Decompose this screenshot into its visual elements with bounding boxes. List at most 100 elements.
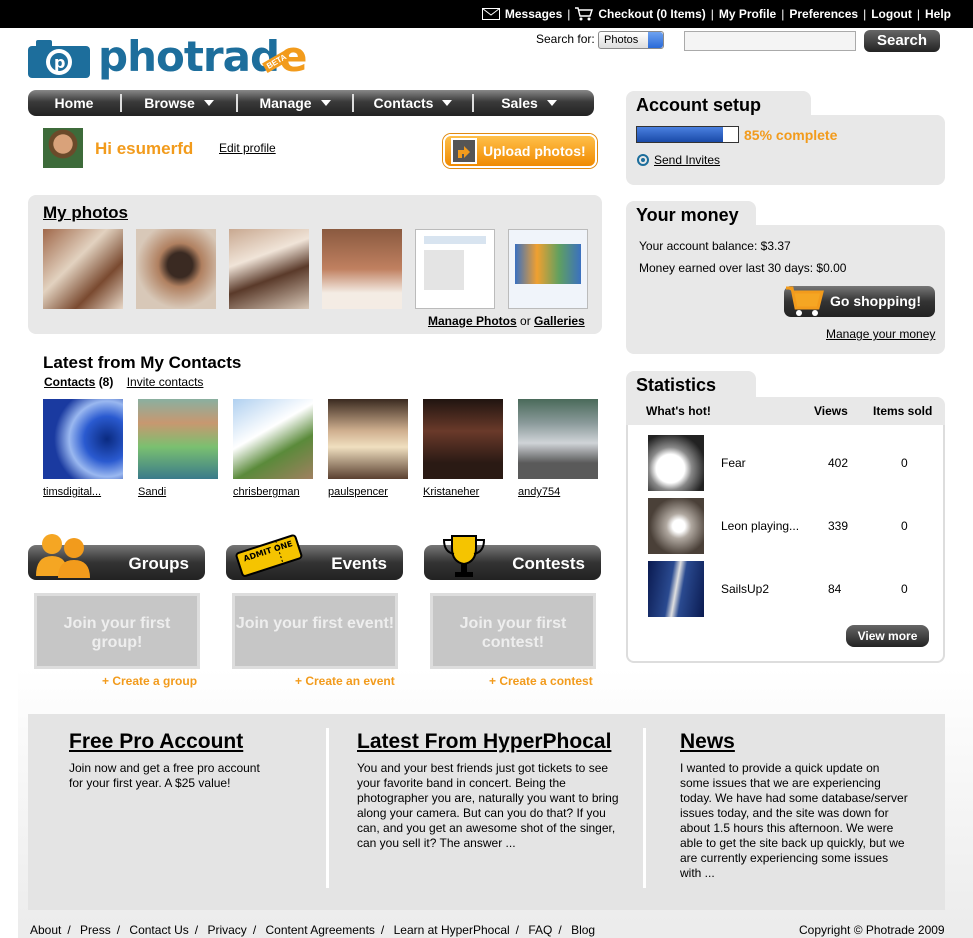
- upload-photos-button[interactable]: Upload photos!: [443, 134, 597, 168]
- nav-home[interactable]: Home: [28, 90, 120, 116]
- create-event-link[interactable]: + Create an event: [295, 674, 395, 688]
- hyperphocal-title[interactable]: Latest From HyperPhocal: [357, 730, 611, 754]
- contacts-count: (8): [98, 375, 114, 389]
- edit-profile-link[interactable]: Edit profile: [219, 141, 276, 155]
- join-group-placeholder[interactable]: Join your first group!: [34, 593, 200, 669]
- separator: /: [380, 923, 385, 937]
- separator: /: [515, 923, 520, 937]
- contacts-title: Latest from My Contacts: [43, 353, 242, 372]
- content-agreements-link[interactable]: Content Agreements: [266, 923, 375, 937]
- photrade-small-icon: [637, 154, 649, 166]
- photo-thumbnail[interactable]: [229, 229, 309, 309]
- contact-photo[interactable]: [233, 399, 313, 479]
- contacts-tab[interactable]: Contacts: [44, 375, 95, 389]
- my-profile-link[interactable]: My Profile: [719, 7, 776, 21]
- view-more-button[interactable]: View more: [846, 625, 929, 647]
- account-balance: Your account balance: $3.37: [639, 239, 791, 253]
- progress-text: 85% complete: [744, 127, 838, 143]
- photo-thumbnail[interactable]: [43, 229, 123, 309]
- contact-name-link[interactable]: Sandi: [138, 486, 166, 498]
- contact-photo[interactable]: [328, 399, 408, 479]
- press-link[interactable]: Press: [80, 923, 111, 937]
- invite-contacts-link[interactable]: Invite contacts: [127, 375, 204, 389]
- photrade-logo[interactable]: p photrade BETA: [28, 32, 308, 82]
- separator: /: [116, 923, 121, 937]
- photo-thumbnail[interactable]: [136, 229, 216, 309]
- user-avatar[interactable]: [43, 128, 83, 168]
- stat-sold: 0: [901, 456, 908, 470]
- nav-manage[interactable]: Manage: [238, 90, 352, 116]
- contact-photo[interactable]: [138, 399, 218, 479]
- groups-title: Groups: [128, 554, 189, 573]
- join-contest-placeholder[interactable]: Join your first contest!: [430, 593, 596, 669]
- separator: /: [558, 923, 562, 937]
- search-button[interactable]: Search: [864, 30, 940, 52]
- about-link[interactable]: About: [30, 923, 61, 937]
- ticket-icon: ADMIT ONE: [235, 534, 303, 577]
- nav-contacts-label: Contacts: [373, 95, 434, 111]
- search-type-select[interactable]: Photos: [598, 31, 664, 49]
- screenshot-thumbnail[interactable]: [415, 229, 495, 309]
- shopping-cart-icon: [786, 286, 824, 316]
- stat-photo[interactable]: [648, 498, 704, 554]
- my-photos-title[interactable]: My photos: [43, 203, 128, 223]
- contact-name-link[interactable]: paulspencer: [328, 486, 388, 498]
- manage-photos-link[interactable]: Manage Photos: [428, 314, 517, 328]
- help-link[interactable]: Help: [925, 7, 951, 21]
- nav-sales[interactable]: Sales: [474, 90, 584, 116]
- col-whats-hot: What's hot!: [646, 404, 711, 418]
- stat-photo[interactable]: [648, 435, 704, 491]
- stat-name: Fear: [721, 456, 746, 470]
- col-views: Views: [814, 404, 848, 418]
- stat-photo[interactable]: [648, 561, 704, 617]
- contact-photo[interactable]: [518, 399, 598, 479]
- top-bar: Messages | Checkout (0 Items) | My Profi…: [0, 0, 973, 28]
- create-contest-link[interactable]: + Create a contest: [489, 674, 593, 688]
- create-group-link[interactable]: + Create a group: [102, 674, 197, 688]
- contact-photo[interactable]: [43, 399, 123, 479]
- learn-hyperphocal-link[interactable]: Learn at HyperPhocal: [394, 923, 510, 937]
- money-earned: Money earned over last 30 days: $0.00: [639, 261, 847, 275]
- nav-browse[interactable]: Browse: [122, 90, 236, 116]
- nav-contacts[interactable]: Contacts: [354, 90, 472, 116]
- join-event-placeholder[interactable]: Join your first event!: [232, 593, 398, 669]
- go-shopping-label: Go shopping!: [830, 293, 921, 309]
- checkout-link[interactable]: Checkout (0 Items): [598, 7, 705, 21]
- blog-link[interactable]: Blog: [571, 923, 595, 937]
- logo-text-main: photrad: [98, 32, 280, 81]
- photo-thumbnail[interactable]: [322, 229, 402, 309]
- nav-home-label: Home: [54, 95, 94, 111]
- logout-link[interactable]: Logout: [871, 7, 912, 21]
- privacy-link[interactable]: Privacy: [207, 923, 246, 937]
- messages-link[interactable]: Messages: [505, 7, 562, 21]
- news-title[interactable]: News: [680, 730, 735, 754]
- faq-link[interactable]: FAQ: [528, 923, 552, 937]
- preferences-link[interactable]: Preferences: [789, 7, 858, 21]
- or-text: or: [520, 314, 531, 328]
- search-input[interactable]: [684, 31, 856, 51]
- manage-money-link[interactable]: Manage your money: [826, 327, 935, 341]
- go-shopping-button[interactable]: Go shopping!: [784, 286, 935, 317]
- contact-name-link[interactable]: Kristaneher: [423, 486, 479, 498]
- camera-logo-icon: p: [28, 40, 90, 78]
- stat-views: 84: [828, 582, 842, 596]
- copyright: Copyright © Photrade 2009: [799, 923, 945, 937]
- greeting: Hi esumerfd: [95, 139, 194, 158]
- hyperphocal-text: You and your best friends just got ticke…: [357, 761, 619, 850]
- contact-name-link[interactable]: timsdigital...: [43, 486, 101, 498]
- contact-photo[interactable]: [423, 399, 503, 479]
- contact-name-link[interactable]: andy754: [518, 486, 560, 498]
- screenshot-thumbnail[interactable]: [508, 229, 588, 309]
- thumbnail-header: [424, 236, 486, 244]
- stat-row[interactable]: Fear 402 0: [628, 435, 947, 491]
- contact-us-link[interactable]: Contact Us: [129, 923, 188, 937]
- manage-photos-links: Manage Photos or Galleries: [428, 314, 585, 328]
- select-arrows-icon: [648, 32, 663, 48]
- stat-row[interactable]: SailsUp2 84 0: [628, 561, 947, 617]
- account-progress-fill: [637, 127, 723, 142]
- galleries-link[interactable]: Galleries: [534, 314, 585, 328]
- stat-row[interactable]: Leon playing... 339 0: [628, 498, 947, 554]
- contact-name-link[interactable]: chrisbergman: [233, 486, 300, 498]
- send-invites-link[interactable]: Send Invites: [654, 153, 720, 167]
- free-pro-title[interactable]: Free Pro Account: [69, 730, 243, 754]
